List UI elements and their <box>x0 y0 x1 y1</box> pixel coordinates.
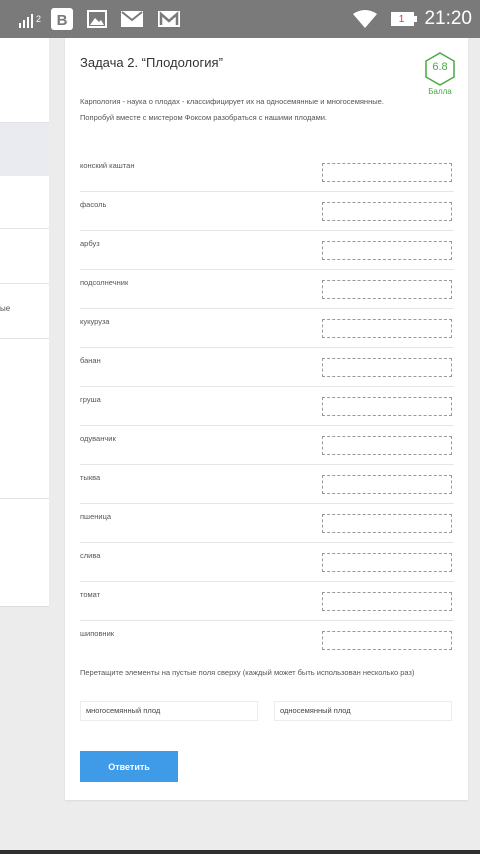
drop-zone[interactable] <box>322 241 452 260</box>
list-item: шиповник <box>80 621 454 659</box>
item-label: подсолнечник <box>80 278 129 287</box>
navigation-bar <box>0 850 480 854</box>
item-label: кукуруза <box>80 317 110 326</box>
description-line: Попробуй вместе с мистером Фоксом разобр… <box>80 113 328 122</box>
page-content: ые Задача 2. “Плодология” 6.8 Балла Карп… <box>0 38 480 850</box>
svg-text:B: B <box>57 12 68 29</box>
draggable-option-multi-seed[interactable]: многосемянный плод <box>80 701 258 721</box>
list-item: слива <box>80 543 454 582</box>
signal-icon <box>18 0 46 38</box>
drop-zone[interactable] <box>322 358 452 377</box>
vk-icon: B <box>50 0 74 38</box>
item-list: конский каштан фасоль арбуз подсолнечник… <box>80 153 454 659</box>
draggable-option-single-seed[interactable]: односемянный плод <box>274 701 452 721</box>
item-label: шиповник <box>80 629 115 638</box>
gmail-icon <box>157 0 181 38</box>
network-type-label: 2 <box>36 14 42 24</box>
item-label: конский каштан <box>80 161 135 170</box>
battery-level-label: 1 <box>398 13 405 25</box>
mail-icon <box>120 0 144 38</box>
item-label: пшеница <box>80 512 112 521</box>
clock: 21:20 <box>424 8 472 29</box>
drop-zone[interactable] <box>322 553 452 572</box>
submit-button[interactable]: Ответить <box>80 751 178 782</box>
drop-zone[interactable] <box>322 514 452 533</box>
score-value: 6.8 <box>432 61 448 73</box>
score-badge: 6.8 Балла <box>420 52 460 96</box>
item-label: слива <box>80 551 101 560</box>
sidebar-divider <box>0 228 49 229</box>
description-line: Карпология - наука о плодах - классифици… <box>80 97 384 106</box>
sidebar-divider <box>0 283 49 284</box>
item-label: арбуз <box>80 239 100 248</box>
list-item: арбуз <box>80 231 454 270</box>
drop-zone[interactable] <box>322 280 452 299</box>
sidebar-item-partial-label[interactable]: ые <box>0 304 10 313</box>
drop-zone[interactable] <box>322 475 452 494</box>
item-label: фасоль <box>80 200 107 209</box>
drop-zone[interactable] <box>322 631 452 650</box>
sidebar: ые <box>0 38 49 607</box>
item-label: банан <box>80 356 101 365</box>
drop-zone[interactable] <box>322 592 452 611</box>
drop-zone[interactable] <box>322 319 452 338</box>
sidebar-divider <box>0 498 49 499</box>
list-item: пшеница <box>80 504 454 543</box>
wifi-icon <box>352 0 378 38</box>
list-item: банан <box>80 348 454 387</box>
list-item: конский каштан <box>80 153 454 192</box>
drop-zone[interactable] <box>322 436 452 455</box>
list-item: кукуруза <box>80 309 454 348</box>
drop-zone[interactable] <box>322 397 452 416</box>
status-bar: 2 B 1 21:20 <box>0 0 480 38</box>
item-label: тыква <box>80 473 101 482</box>
task-description: Карпология - наука о плодах - классифици… <box>80 94 430 126</box>
list-item: одуванчик <box>80 426 454 465</box>
task-card: Задача 2. “Плодология” 6.8 Балла Карполо… <box>65 38 468 800</box>
list-item: томат <box>80 582 454 621</box>
item-label: одуванчик <box>80 434 116 443</box>
task-title: Задача 2. “Плодология” <box>80 55 223 70</box>
drop-zone[interactable] <box>322 163 452 182</box>
item-label: томат <box>80 590 101 599</box>
sidebar-divider <box>0 338 49 339</box>
sidebar-item-selected[interactable] <box>0 123 49 176</box>
list-item: фасоль <box>80 192 454 231</box>
item-label: груша <box>80 395 101 404</box>
drag-instruction: Перетащите элементы на пустые поля сверх… <box>80 668 415 677</box>
list-item: груша <box>80 387 454 426</box>
gallery-icon <box>86 0 108 38</box>
list-item: подсолнечник <box>80 270 454 309</box>
drop-zone[interactable] <box>322 202 452 221</box>
list-item: тыква <box>80 465 454 504</box>
